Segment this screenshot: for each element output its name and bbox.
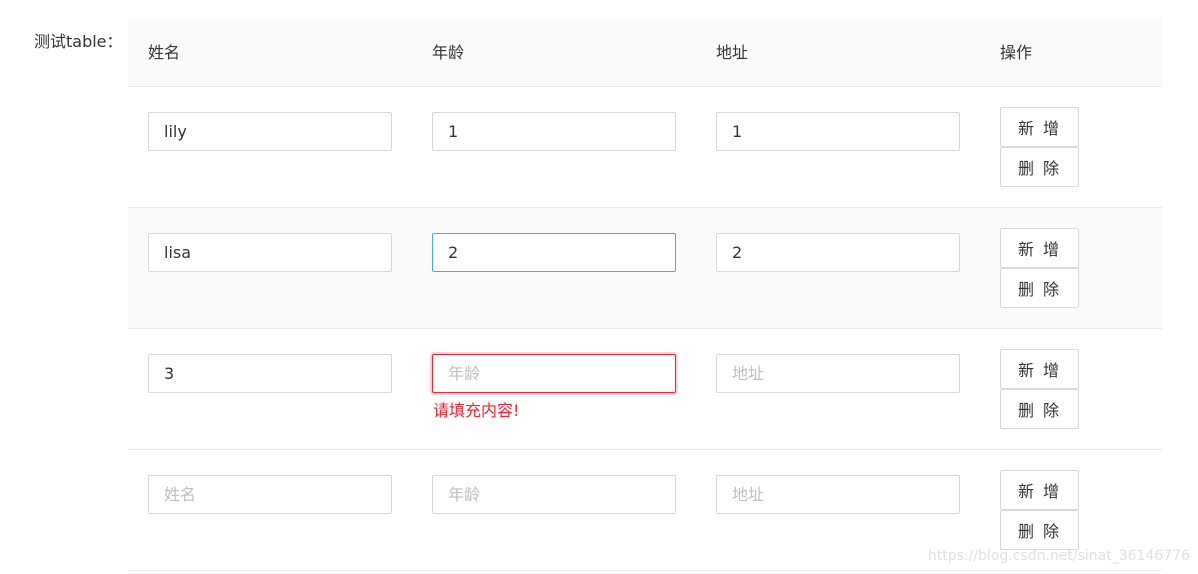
table-row: 新 增 删 除 xyxy=(128,87,1162,208)
column-header-address: 地址 xyxy=(716,43,749,62)
address-input[interactable] xyxy=(716,354,960,393)
watermark-text: https://blog.csdn.net/sinat_36146776 xyxy=(927,548,1190,564)
age-input[interactable] xyxy=(432,354,676,393)
table-row: 新 增 删 除 xyxy=(128,208,1162,329)
table-row: 请填充内容! 新 增 删 除 xyxy=(128,329,1162,450)
add-row-button[interactable]: 新 增 xyxy=(1000,349,1079,389)
form-item-label: 测试table： xyxy=(34,32,123,51)
column-header-name: 姓名 xyxy=(148,43,181,62)
column-header-age: 年龄 xyxy=(432,43,465,62)
delete-row-button[interactable]: 删 除 xyxy=(1000,510,1079,550)
address-input[interactable] xyxy=(716,475,960,514)
delete-row-button[interactable]: 删 除 xyxy=(1000,147,1079,187)
name-input[interactable] xyxy=(148,233,392,272)
age-input[interactable] xyxy=(432,475,676,514)
age-input[interactable] xyxy=(432,233,676,272)
validation-error-message: 请填充内容! xyxy=(433,401,520,420)
name-input[interactable] xyxy=(148,112,392,151)
address-input[interactable] xyxy=(716,112,960,151)
add-row-button[interactable]: 新 增 xyxy=(1000,228,1079,268)
address-input[interactable] xyxy=(716,233,960,272)
table-header: 姓名 年龄 地址 操作 xyxy=(128,19,1162,87)
column-header-actions: 操作 xyxy=(1000,43,1033,62)
add-row-button[interactable]: 新 增 xyxy=(1000,470,1079,510)
delete-row-button[interactable]: 删 除 xyxy=(1000,268,1079,308)
editable-table: 姓名 年龄 地址 操作 新 增 删 除 新 增 删 除 请填充内容! 新 增 删… xyxy=(128,19,1162,574)
name-input[interactable] xyxy=(148,475,392,514)
name-input[interactable] xyxy=(148,354,392,393)
add-row-button[interactable]: 新 增 xyxy=(1000,107,1079,147)
age-input[interactable] xyxy=(432,112,676,151)
delete-row-button[interactable]: 删 除 xyxy=(1000,389,1079,429)
